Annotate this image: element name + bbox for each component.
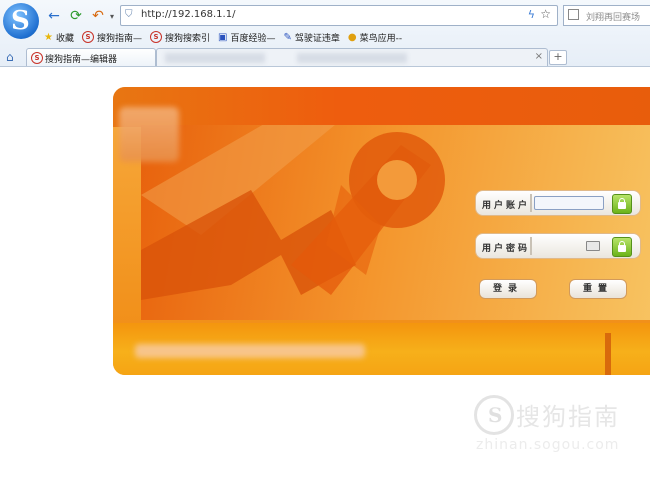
lock-icon[interactable]	[612, 194, 632, 214]
watermark-url: zhinan.sogou.com	[476, 437, 620, 453]
bookmark-sogou-guide[interactable]: S 搜狗指南—	[81, 31, 142, 44]
tab-sogou-editor[interactable]: S 搜狗指南—编辑器 ×	[26, 48, 169, 66]
password-field: 用户密码	[475, 233, 641, 259]
bookmark-label: 搜狗搜索引	[165, 33, 211, 44]
sogou-logo-icon: S	[474, 395, 514, 435]
home-icon[interactable]: ⌂	[6, 50, 14, 64]
bookmark-label: 搜狗指南—	[96, 33, 142, 44]
address-text[interactable]: http://192.168.1.1/	[141, 9, 235, 20]
tab-router[interactable]: ×	[156, 48, 548, 66]
footer-post	[605, 333, 611, 375]
back-arrow-icon[interactable]: ←	[46, 8, 62, 24]
search-placeholder: 刘翔再回赛场	[586, 13, 641, 23]
search-box[interactable]: 刘翔再回赛场	[563, 5, 650, 26]
bookmark-favorites[interactable]: ★ 收藏	[44, 31, 74, 44]
blurred-footer-text	[135, 344, 365, 358]
star-icon[interactable]: ☆	[540, 7, 551, 21]
sogou-icon: S	[81, 31, 94, 43]
tab-strip: ⌂ S 搜狗指南—编辑器 × × +	[0, 47, 650, 66]
browser-toolbar: S ← ⟳ ↶ ▾ ⛉ http://192.168.1.1/ ϟ ☆ 刘翔再回…	[0, 0, 650, 67]
bookmark-cainiao[interactable]: ● 菜鸟应用--	[348, 31, 402, 44]
reset-button[interactable]: 重置	[569, 279, 627, 299]
login-button[interactable]: 登录	[479, 279, 537, 299]
star-icon: ★	[44, 31, 53, 43]
bookmark-baidu[interactable]: ▣ 百度经验—	[218, 31, 275, 44]
bookmark-sogou-search[interactable]: S 搜狗搜索引	[150, 31, 210, 44]
router-login-panel: 用户账户 用户密码 登录 重置	[113, 87, 650, 375]
field-divider	[530, 194, 532, 212]
bookmark-label: 驾驶证违章	[294, 33, 340, 44]
sogou-browser-logo[interactable]: S	[3, 3, 39, 39]
watermark-text: 搜狗指南	[516, 403, 620, 431]
sogou-watermark: S 搜狗指南 zhinan.sogou.com	[472, 393, 642, 463]
bird-icon: ●	[347, 31, 357, 43]
blurred-logo	[119, 107, 179, 162]
field-divider	[530, 237, 532, 255]
shield-icon: ⛉	[125, 9, 133, 20]
username-label: 用户账户	[482, 201, 531, 211]
sogou-icon: S	[31, 52, 43, 64]
bookmark-label: 百度经验—	[230, 33, 276, 44]
bookmarks-bar: ★ 收藏 S 搜狗指南— S 搜狗搜索引 ▣ 百度经验— ✎ 驾驶证违章 ● 菜…	[44, 29, 402, 45]
blurred-tab-title	[297, 53, 407, 63]
lock-icon[interactable]	[612, 237, 632, 257]
flash-icon[interactable]: ϟ	[528, 8, 535, 21]
pin-icon: ✎	[283, 31, 292, 43]
close-icon[interactable]: ×	[535, 51, 543, 62]
bookmark-label: 菜鸟应用--	[359, 33, 403, 44]
tab-label: 搜狗指南—编辑器	[45, 55, 118, 65]
bookmark-label: 收藏	[55, 33, 74, 44]
refresh-icon[interactable]: ⟳	[68, 8, 84, 24]
baidu-icon: ▣	[218, 31, 228, 43]
username-input[interactable]	[534, 196, 604, 210]
password-label: 用户密码	[482, 244, 531, 254]
sogou-icon: S	[150, 31, 162, 43]
keyboard-icon[interactable]	[586, 241, 600, 251]
address-bar[interactable]: ⛉ http://192.168.1.1/ ϟ ☆	[120, 5, 558, 26]
bookmark-license[interactable]: ✎ 驾驶证违章	[283, 31, 339, 44]
panel-header	[113, 87, 650, 127]
new-tab-button[interactable]: +	[549, 50, 567, 65]
chevron-down-icon[interactable]: ▾	[104, 8, 120, 24]
blurred-tab-title	[165, 53, 265, 63]
search-engine-icon[interactable]	[568, 9, 579, 20]
username-field: 用户账户	[475, 190, 641, 216]
